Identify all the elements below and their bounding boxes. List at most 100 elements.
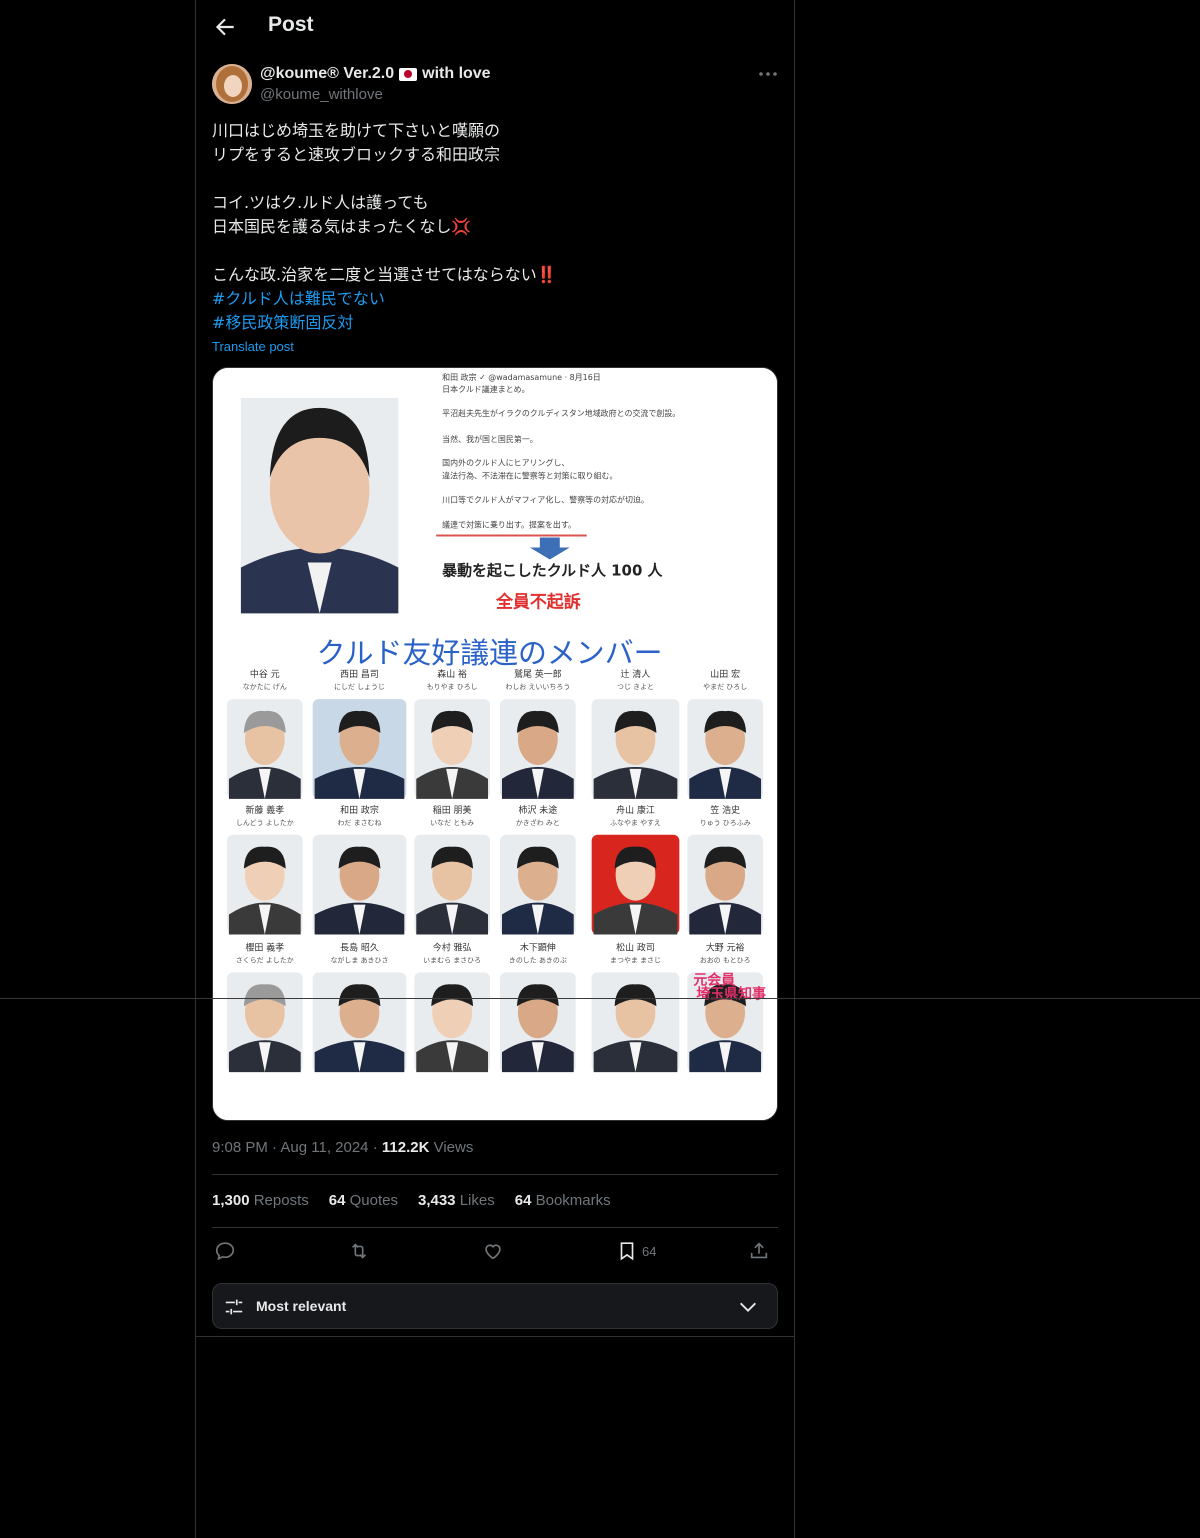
display-name-suffix: with love — [422, 65, 491, 82]
member-photo — [312, 699, 407, 799]
share-button[interactable] — [748, 1238, 770, 1264]
avatar[interactable] — [212, 64, 252, 104]
member-name: 新藤 義孝 — [245, 804, 284, 816]
member-photo — [687, 699, 764, 799]
member-reading: しんどう よしたか — [236, 819, 294, 827]
member-photo — [226, 972, 303, 1073]
member-name: 和田 政宗 — [340, 804, 379, 816]
post-line: こんな政.治家を二度と当選させてはならない‼️ — [212, 265, 557, 284]
hashtag-link[interactable]: #クルド人は難民でない — [212, 287, 772, 311]
member-photo — [591, 972, 680, 1073]
post-line: コイ.ツはク.ルド人は護っても — [212, 193, 429, 212]
member-reading: もりやま ひろし — [427, 683, 478, 691]
divider — [196, 1336, 794, 1337]
member-photo — [312, 834, 407, 935]
translate-post-link[interactable]: Translate post — [212, 339, 294, 354]
member-reading: さくらだ よしたか — [236, 956, 294, 964]
member-reading: ふなやま やすえ — [610, 819, 661, 827]
repost-button[interactable] — [348, 1238, 370, 1264]
post-time[interactable]: 9:08 PM — [212, 1139, 268, 1156]
divider — [212, 1227, 778, 1228]
bookmark-count: 64 — [642, 1243, 657, 1259]
member-name: 今村 雅弘 — [433, 941, 472, 953]
member-name: 辻 清人 — [621, 668, 651, 680]
member-name: 木下顕伸 — [520, 941, 556, 953]
author-handle[interactable]: @koume_withlove — [260, 86, 383, 103]
back-arrow-icon[interactable] — [212, 14, 238, 40]
member-name: 鷲尾 英一郎 — [514, 668, 562, 680]
member-name: 西田 昌司 — [340, 669, 379, 680]
member-reading: かきざわ みと — [516, 818, 560, 827]
stamp-line: 埼玉県知事 — [696, 985, 766, 1002]
group-title: クルド友好議連のメンバー — [317, 636, 663, 670]
member-photo — [687, 834, 764, 935]
repost-icon — [351, 1243, 367, 1259]
member-reading: いまむら まさひろ — [423, 956, 481, 964]
heart-icon — [485, 1244, 501, 1260]
post-text: 川口はじめ埼玉を助けて下さいと嘆願の リプをすると速攻ブロックする和田政宗 コイ… — [212, 119, 772, 335]
reply-icon — [215, 1242, 235, 1261]
bookmarks-stat[interactable]: 64 Bookmarks — [515, 1192, 611, 1209]
post-column: Post @koume® Ver.2.0 with love @koume_wi… — [195, 0, 795, 1538]
member-reading: つじ きよと — [617, 683, 654, 691]
member-photo — [499, 699, 576, 799]
embedded-tweet-line: 違法行為、不法滞在に警察等と対策に取り組む。 — [442, 471, 617, 481]
more-options-icon[interactable] — [756, 62, 780, 86]
member-photo — [499, 972, 576, 1073]
member-name: 山田 宏 — [710, 668, 740, 680]
top-bar: Post — [196, 0, 794, 54]
like-button[interactable] — [482, 1238, 504, 1264]
sort-replies-dropdown[interactable]: Most relevant — [212, 1283, 778, 1329]
member-name: 森山 裕 — [437, 668, 467, 680]
member-reading: やまだ ひろし — [703, 683, 747, 691]
sliders-icon — [225, 1299, 243, 1315]
member-reading: おおの もとひろ — [700, 956, 751, 964]
member-name: 松山 政司 — [616, 941, 655, 953]
member-reading: まつやま まさじ — [610, 956, 661, 964]
post-meta: 9:08 PM · Aug 11, 2024 · 112.2K Views — [212, 1139, 474, 1156]
author-display-name[interactable]: @koume® Ver.2.0 with love — [260, 65, 491, 83]
member-reading: にしだ しょうじ — [334, 683, 385, 691]
member-reading: ながしま あきひさ — [331, 955, 389, 964]
divider — [212, 1174, 778, 1175]
member-photo — [414, 699, 491, 799]
member-name: 大野 元裕 — [706, 941, 745, 953]
quotes-stat[interactable]: 64 Quotes — [329, 1192, 398, 1209]
bookmark-button[interactable]: 64 — [616, 1238, 656, 1264]
page-title: Post — [268, 13, 314, 36]
member-name: 稲田 朋美 — [433, 804, 472, 816]
embedded-tweet-line: 平沼赳夫先生がイラクのクルディスタン地域政府との交流で創設。 — [442, 408, 680, 418]
sort-label: Most relevant — [256, 1298, 347, 1314]
member-photo — [226, 834, 303, 935]
views-label: Views — [433, 1139, 474, 1156]
post-line: 日本国民を護る気はまったくなし💢 — [212, 217, 472, 236]
member-name: 笠 浩史 — [710, 804, 740, 816]
embedded-tweet-line: 議連で対策に乗り出す。提案を出す。 — [442, 520, 576, 530]
reply-button[interactable] — [214, 1238, 236, 1264]
member-photo — [312, 972, 407, 1073]
likes-stat[interactable]: 3,433 Likes — [418, 1192, 495, 1209]
member-reading: きのした あきのぶ — [509, 956, 567, 964]
action-bar: 64 — [212, 1238, 778, 1266]
reposts-stat[interactable]: 1,300 Reposts — [212, 1192, 309, 1209]
member-name: 中谷 元 — [250, 668, 280, 680]
post-date[interactable]: Aug 11, 2024 — [280, 1139, 368, 1156]
member-name: 舟山 康江 — [616, 804, 655, 816]
member-reading: りゅう ひろふみ — [700, 819, 751, 827]
chevron-down-icon — [740, 1302, 756, 1312]
member-photo — [414, 972, 491, 1073]
member-name: 柿沢 未途 — [518, 804, 557, 816]
member-photo — [591, 699, 680, 799]
views-count: 112.2K — [381, 1139, 430, 1156]
member-name: 長島 昭久 — [340, 941, 379, 953]
post-line: リプをすると速攻ブロックする和田政宗 — [212, 145, 501, 164]
member-reading: なかたに げん — [243, 682, 287, 691]
embedded-tweet-header: 和田 政宗 ✓ @wadamasamune · 8月16日 — [442, 372, 601, 382]
hashtag-link[interactable]: #移民政策断固反対 — [212, 311, 772, 335]
member-reading: いなだ ともみ — [430, 819, 474, 827]
post-image[interactable]: 和田 政宗 ✓ @wadamasamune · 8月16日 日本クルド議連まとめ… — [212, 367, 778, 1121]
member-reading: わだ まさむね — [337, 819, 381, 827]
member-name: 櫻田 義孝 — [245, 941, 284, 953]
portrait-photo — [240, 397, 399, 614]
member-photo — [591, 834, 680, 935]
